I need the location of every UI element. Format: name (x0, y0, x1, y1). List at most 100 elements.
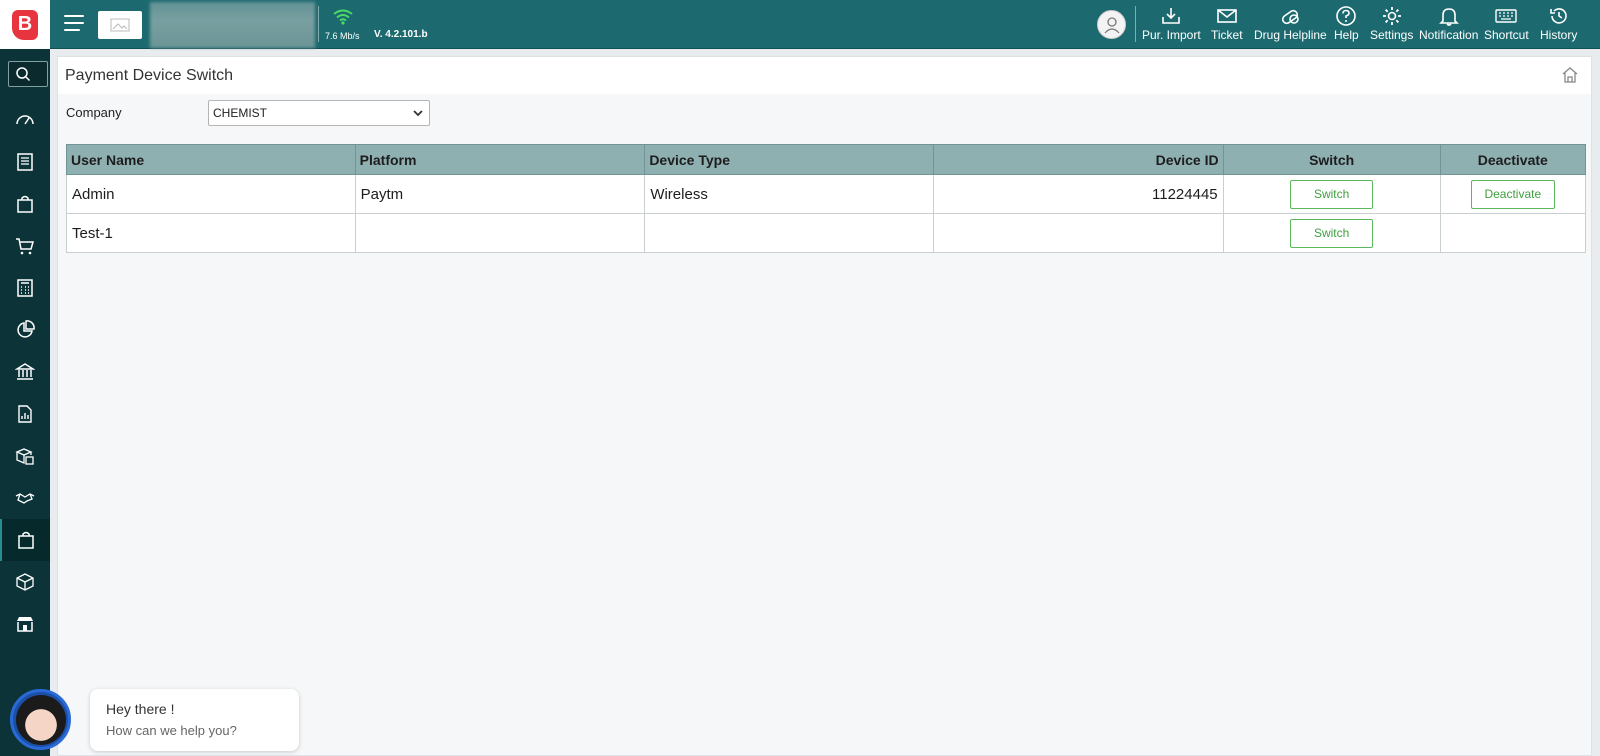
sidebar-item-cart[interactable] (0, 225, 50, 267)
sidebar-item-store[interactable] (0, 603, 50, 645)
ticket-button[interactable]: Ticket (1211, 5, 1243, 45)
top-bar: B 7.6 Mb/s V. 4.2.101.b Pur. Import Tick… (0, 0, 1600, 49)
history-button[interactable]: History (1540, 5, 1577, 45)
download-icon (1162, 8, 1181, 24)
company-logo (98, 11, 142, 39)
keyboard-icon (1495, 9, 1518, 23)
header-user-name: User Name (66, 144, 356, 175)
panel-header: Payment Device Switch (58, 57, 1591, 94)
assistant-face-icon (15, 694, 66, 745)
user-icon (1104, 16, 1119, 33)
history-icon (1549, 8, 1567, 24)
company-label: Company (66, 105, 122, 120)
pie-chart-icon (17, 320, 35, 338)
help-button[interactable]: Help (1334, 5, 1359, 45)
cell-switch: Switch (1222, 174, 1441, 214)
calculator-icon (17, 279, 33, 297)
drug-helpline-label: Drug Helpline (1254, 28, 1327, 42)
notification-label: Notification (1419, 28, 1479, 42)
pur-import-button[interactable]: Pur. Import (1142, 5, 1201, 45)
bell-icon (1438, 8, 1459, 26)
ledger-icon (17, 153, 33, 171)
dashboard-icon (16, 115, 34, 125)
ticket-label: Ticket (1211, 28, 1243, 42)
handshake-icon (15, 493, 35, 504)
chat-greeting: Hey there ! (106, 701, 175, 717)
cell-user-name: Test-1 (66, 213, 356, 253)
cell-device-id: 11224445 (932, 174, 1224, 214)
company-select[interactable]: CHEMIST (208, 100, 430, 126)
store-name-blurred (150, 2, 315, 48)
sidebar-item-bank[interactable] (0, 351, 50, 393)
sidebar (0, 49, 50, 756)
header-device-id: Device ID (932, 144, 1224, 175)
settings-label: Settings (1370, 28, 1414, 42)
shortcut-label: Shortcut (1484, 28, 1529, 42)
cell-platform: Paytm (354, 174, 646, 214)
cell-device-type: Wireless (644, 174, 934, 214)
main-panel: Payment Device Switch Company CHEMIST Us… (57, 56, 1592, 756)
shopping-bag-icon (18, 531, 34, 549)
sidebar-item-calculator[interactable] (0, 267, 50, 309)
company-select-value: CHEMIST (213, 106, 267, 120)
header-switch: Switch (1222, 144, 1441, 175)
mail-icon (1216, 9, 1237, 23)
drug-helpline-button[interactable]: Drug Helpline (1254, 5, 1327, 45)
header-deactivate: Deactivate (1439, 144, 1587, 175)
deactivate-button[interactable]: Deactivate (1470, 179, 1555, 209)
wifi-icon (333, 9, 353, 25)
sidebar-item-dashboard[interactable] (0, 99, 50, 141)
app-logo[interactable]: B (0, 0, 50, 49)
switch-button[interactable]: Switch (1290, 218, 1374, 248)
report-icon (18, 405, 32, 423)
sidebar-item-analytics[interactable] (0, 309, 50, 351)
sidebar-item-purchase[interactable] (0, 183, 50, 225)
help-icon (1336, 6, 1357, 26)
store-icon (17, 617, 33, 632)
header-platform: Platform (354, 144, 646, 175)
app-version: V. 4.2.101.b (374, 29, 428, 40)
pur-import-label: Pur. Import (1142, 28, 1201, 42)
bag-icon (17, 195, 33, 213)
settings-button[interactable]: Settings (1370, 5, 1413, 45)
cell-switch: Switch (1222, 213, 1441, 253)
box-icon (16, 573, 34, 591)
table-header-row: User Name Platform Device Type Device ID… (66, 144, 1587, 175)
cell-platform (354, 213, 646, 253)
gear-icon (1382, 7, 1401, 25)
pill-icon (1282, 9, 1300, 25)
sidebar-search[interactable] (8, 61, 48, 87)
page-title: Payment Device Switch (65, 67, 234, 84)
header-device-type: Device Type (644, 144, 934, 175)
chat-assistant-avatar[interactable] (10, 689, 71, 750)
shortcut-button[interactable]: Shortcut (1484, 5, 1529, 45)
switch-button[interactable]: Switch (1290, 179, 1374, 209)
sidebar-item-partners[interactable] (0, 477, 50, 519)
cell-user-name: Admin (66, 174, 356, 214)
sidebar-item-products[interactable] (0, 561, 50, 603)
network-speed: 7.6 Mb/s (325, 31, 360, 41)
chat-bubble[interactable]: Hey there ! How can we help you? (90, 689, 299, 751)
inventory-icon (15, 448, 34, 465)
divider (1135, 6, 1136, 42)
cell-deactivate (1439, 213, 1587, 253)
help-label: Help (1334, 28, 1359, 42)
cell-device-id (932, 213, 1224, 253)
sidebar-item-inventory[interactable] (0, 435, 50, 477)
search-icon (16, 67, 31, 82)
divider (318, 6, 319, 42)
sidebar-item-ledger[interactable] (0, 141, 50, 183)
table-row: Admin Paytm Wireless 11224445 Switch Dea… (66, 174, 1587, 214)
user-avatar[interactable] (1097, 10, 1126, 39)
sidebar-item-reports[interactable] (0, 393, 50, 435)
cart-icon (16, 238, 34, 255)
table-row: Test-1 Switch (66, 213, 1587, 253)
cell-device-type (644, 213, 934, 253)
notification-button[interactable]: Notification (1419, 5, 1478, 45)
image-placeholder-icon (110, 18, 130, 32)
menu-icon[interactable] (64, 15, 84, 33)
device-table: User Name Platform Device Type Device ID… (66, 144, 1587, 253)
cell-deactivate: Deactivate (1439, 174, 1587, 214)
sidebar-item-shopping[interactable] (0, 519, 50, 561)
home-icon[interactable] (1561, 66, 1579, 84)
